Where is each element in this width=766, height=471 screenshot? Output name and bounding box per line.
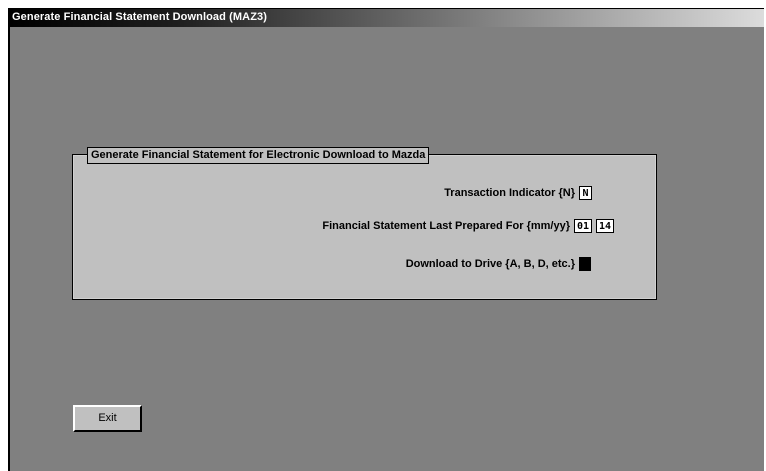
last-prepared-month-field[interactable]: 01 xyxy=(574,219,592,233)
last-prepared-year-field[interactable]: 14 xyxy=(596,219,614,233)
download-drive-field[interactable] xyxy=(579,257,591,271)
title-bar[interactable]: Generate Financial Statement Download (M… xyxy=(10,9,764,27)
last-prepared-label: Financial Statement Last Prepared For {m… xyxy=(322,220,570,232)
download-drive-label: Download to Drive {A, B, D, etc.} xyxy=(405,258,575,270)
group-legend: Generate Financial Statement for Electro… xyxy=(87,147,430,164)
download-drive-row: Download to Drive {A, B, D, etc.} xyxy=(406,256,591,272)
download-settings-group: Generate Financial Statement for Electro… xyxy=(72,147,657,300)
last-prepared-row: Financial Statement Last Prepared For {m… xyxy=(322,218,614,234)
window-title: Generate Financial Statement Download (M… xyxy=(12,11,267,23)
transaction-indicator-label: Transaction Indicator {N} xyxy=(444,187,575,199)
main-window: Generate Financial Statement Download (M… xyxy=(8,8,764,471)
transaction-indicator-field[interactable]: N xyxy=(579,186,592,200)
transaction-indicator-row: Transaction Indicator {N} N xyxy=(444,185,592,201)
exit-button[interactable]: Exit xyxy=(73,405,142,432)
